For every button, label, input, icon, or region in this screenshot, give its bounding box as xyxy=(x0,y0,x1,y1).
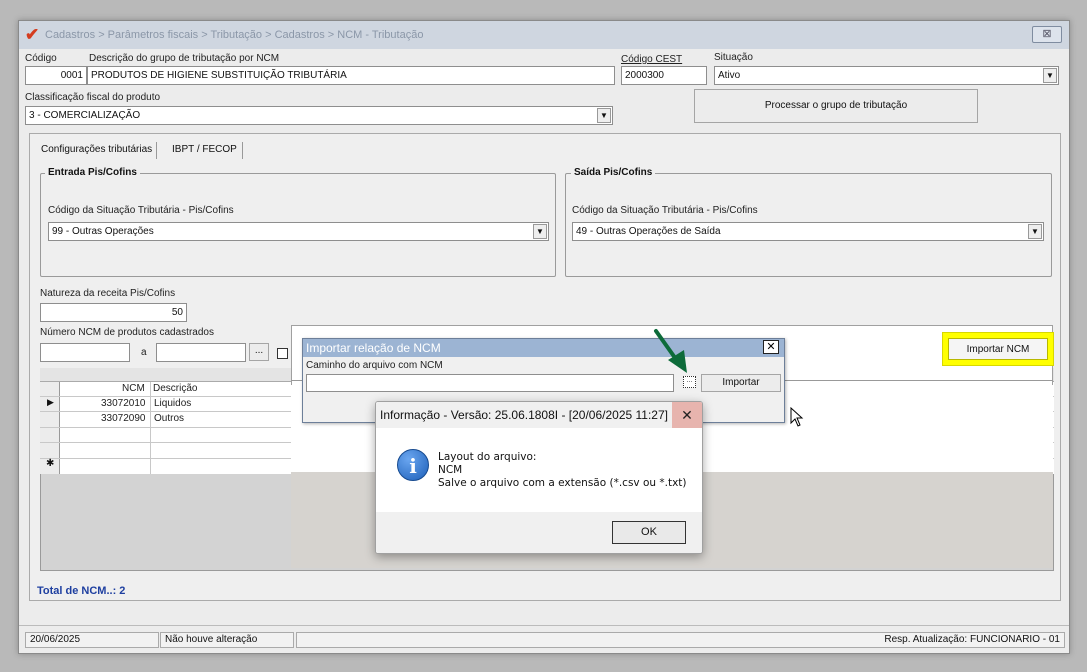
descricao-label: Descrição do grupo de tributação por NCM xyxy=(89,53,280,64)
situacao-value: Ativo xyxy=(718,70,741,81)
tab-ibpt-fecop[interactable]: IBPT / FECOP xyxy=(169,142,243,159)
status-date: 20/06/2025 xyxy=(25,632,159,648)
importar-ncm-button[interactable]: Importar NCM xyxy=(948,338,1048,360)
grid-cell-desc[interactable]: Liquidos xyxy=(154,398,191,409)
info-dialog-close-icon[interactable]: ✕ xyxy=(672,402,702,428)
classificacao-select[interactable]: 3 - COMERCIALIZAÇÃO ▼ xyxy=(25,106,613,125)
breadcrumb: Cadastros > Parâmetros fiscais > Tributa… xyxy=(45,29,424,41)
ncm-a-label: a xyxy=(141,347,147,358)
import-dialog-header: Importar relação de NCM xyxy=(303,339,784,357)
processar-button[interactable]: Processar o grupo de tributação xyxy=(694,89,978,123)
entrada-cst-select[interactable]: 99 - Outras Operações ▼ xyxy=(48,222,549,241)
saida-cst-label: Código da Situação Tributária - Pis/Cofi… xyxy=(572,205,758,216)
ncm-to-field[interactable] xyxy=(156,343,246,362)
grid-cell-ncm[interactable]: 33072090 xyxy=(101,413,146,424)
status-resp: Resp. Atualização: FUNCIONARIO - 01 xyxy=(296,632,1065,648)
new-row-icon: ✱ xyxy=(46,458,55,469)
ncm-from-field[interactable] xyxy=(40,343,130,362)
status-message: Não houve alteração xyxy=(160,632,294,648)
pointer-arrow-icon xyxy=(654,329,687,373)
numero-ncm-label: Número NCM de produtos cadastrados xyxy=(40,327,214,338)
natureza-label: Natureza da receita Pis/Cofins xyxy=(40,288,176,299)
saida-cst-select[interactable]: 49 - Outras Operações de Saída ▼ xyxy=(572,222,1044,241)
browse-folder-icon[interactable]: ... xyxy=(683,376,696,388)
import-dialog-close-icon[interactable]: ✕ xyxy=(763,340,779,354)
codigo-field[interactable]: 0001 xyxy=(25,66,87,85)
chevron-down-icon[interactable]: ▼ xyxy=(533,224,547,239)
import-dialog-title: Importar relação de NCM xyxy=(306,341,441,355)
cest-field[interactable]: 2000300 xyxy=(621,66,707,85)
mouse-cursor-icon xyxy=(790,407,804,427)
info-dialog-title: Informação - Versão: 25.06.1808I - [20/0… xyxy=(380,408,668,422)
window-close-button[interactable]: ⊠ xyxy=(1032,26,1062,43)
grid-col-ncm: NCM xyxy=(122,383,145,394)
info-icon: i xyxy=(397,449,429,481)
importar-ncm-highlight: Importar NCM xyxy=(942,332,1054,366)
info-dialog-header: Informação - Versão: 25.06.1808I - [20/0… xyxy=(376,402,702,428)
grid-cell-desc[interactable]: Outros xyxy=(154,413,184,424)
import-button[interactable]: Importar xyxy=(701,374,781,392)
ncm-browse-button[interactable]: ... xyxy=(249,343,269,361)
info-message: Layout do arquivo: NCM Salve o arquivo c… xyxy=(438,451,687,490)
saida-cst-value: 49 - Outras Operações de Saída xyxy=(576,226,721,237)
cest-label: Código CEST xyxy=(621,54,683,65)
path-label: Caminho do arquivo com NCM xyxy=(306,360,443,371)
info-line-1: Layout do arquivo: xyxy=(438,451,537,463)
entrada-cst-value: 99 - Outras Operações xyxy=(52,226,154,237)
ok-button[interactable]: OK xyxy=(612,521,686,544)
path-input[interactable] xyxy=(306,374,674,392)
current-row-icon: ▶ xyxy=(47,397,54,407)
situacao-select[interactable]: Ativo ▼ xyxy=(714,66,1059,85)
ncm-checkbox[interactable] xyxy=(277,348,288,359)
total-ncm-label: Total de NCM..: 2 xyxy=(37,585,126,597)
grid-col-descricao: Descrição xyxy=(153,383,198,394)
info-line-2: NCM xyxy=(438,464,463,476)
chevron-down-icon[interactable]: ▼ xyxy=(1043,68,1057,83)
natureza-field[interactable]: 50 xyxy=(40,303,187,322)
status-bar: 20/06/2025 Não houve alteração Resp. Atu… xyxy=(19,625,1069,653)
classificacao-label: Classificação fiscal do produto xyxy=(25,92,161,103)
entrada-cst-label: Código da Situação Tributária - Pis/Cofi… xyxy=(48,205,234,216)
classificacao-value: 3 - COMERCIALIZAÇÃO xyxy=(29,110,141,121)
saida-title: Saída Pis/Cofins xyxy=(571,167,656,178)
info-line-3: Salve o arquivo com a extensão (*.csv ou… xyxy=(438,477,687,489)
grid-cell-ncm[interactable]: 33072010 xyxy=(101,398,146,409)
info-dialog-footer: OK xyxy=(376,512,702,553)
tab-configuracoes[interactable]: Configurações tributárias xyxy=(39,142,158,159)
situacao-label: Situação xyxy=(714,52,753,63)
app-check-icon: ✔ xyxy=(25,25,40,44)
info-dialog: Informação - Versão: 25.06.1808I - [20/0… xyxy=(375,401,703,554)
title-bar: ✔ Cadastros > Parâmetros fiscais > Tribu… xyxy=(19,21,1069,49)
chevron-down-icon[interactable]: ▼ xyxy=(597,108,611,123)
codigo-label: Código xyxy=(25,53,57,64)
descricao-field[interactable]: PRODUTOS DE HIGIENE SUBSTITUIÇÃO TRIBUTÁ… xyxy=(87,66,615,85)
chevron-down-icon[interactable]: ▼ xyxy=(1028,224,1042,239)
entrada-title: Entrada Pis/Cofins xyxy=(45,167,140,178)
